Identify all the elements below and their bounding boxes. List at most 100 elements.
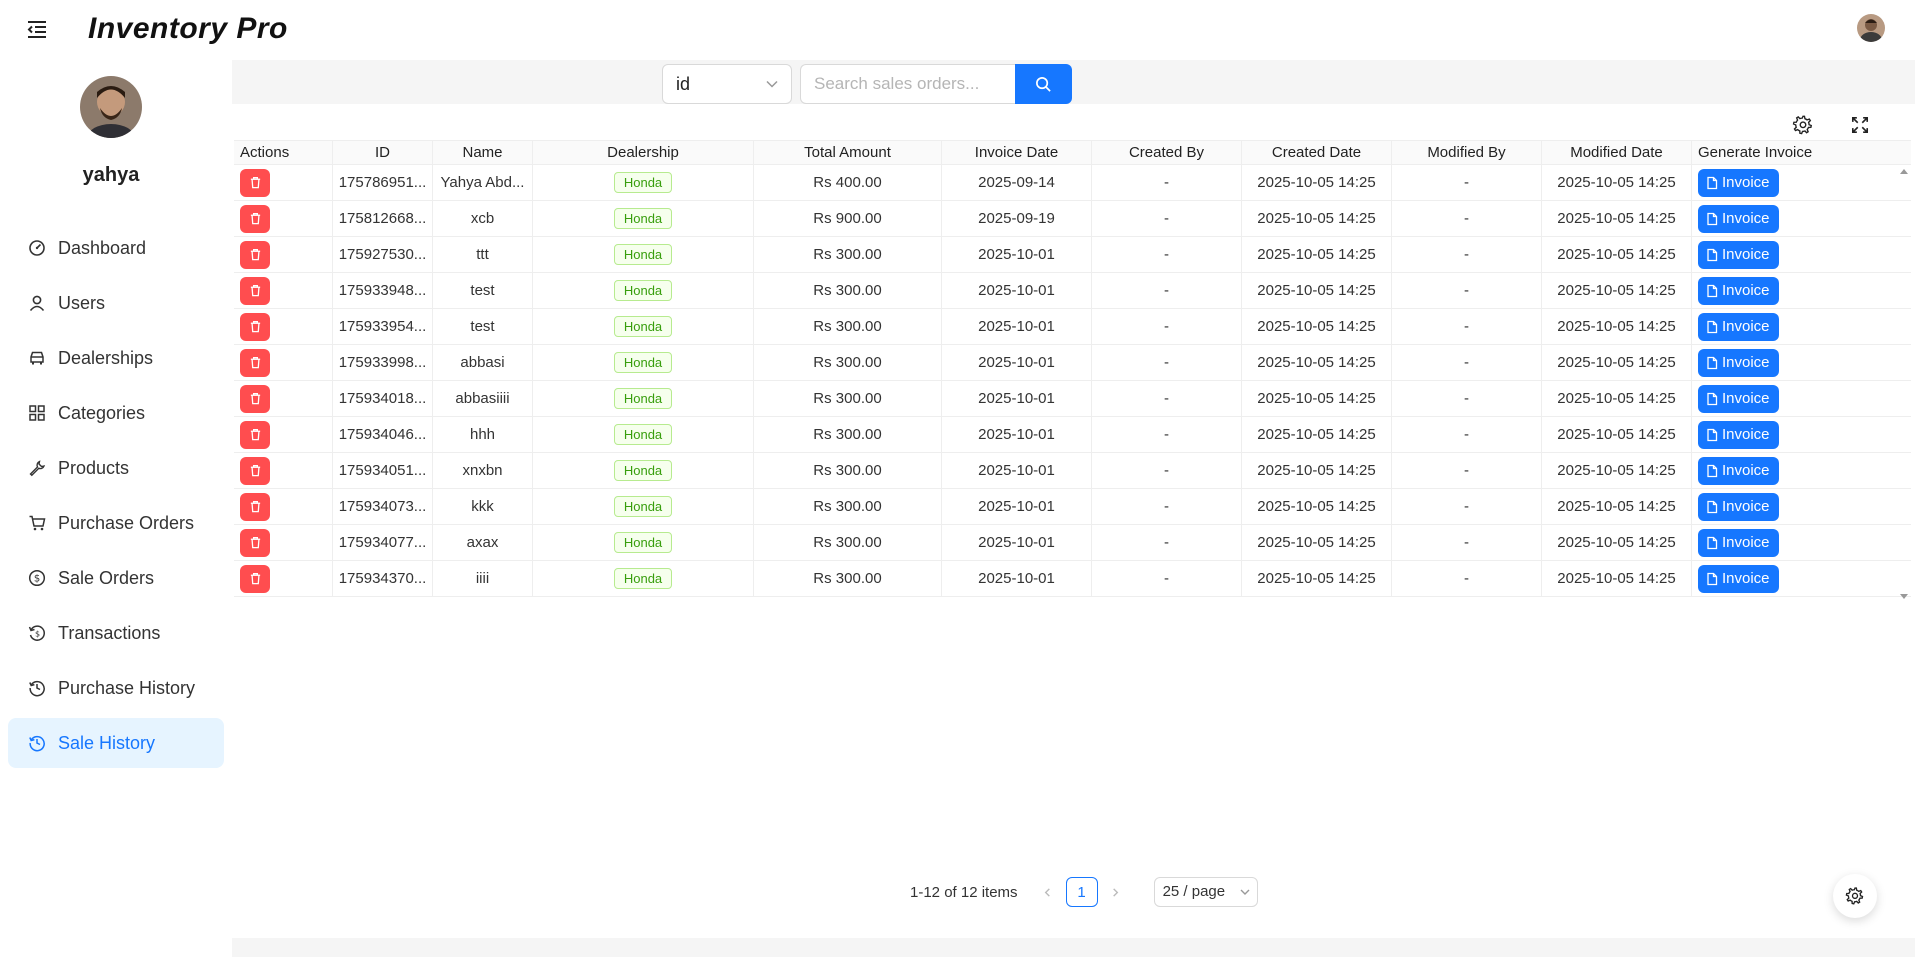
- trash-icon: [250, 321, 260, 333]
- created-date-cell: 2025-10-05 14:25: [1242, 489, 1392, 524]
- invoice-button-label: Invoice: [1722, 318, 1770, 335]
- delete-button[interactable]: [240, 168, 270, 197]
- search-icon: [1036, 76, 1051, 92]
- generate-invoice-button[interactable]: Invoice: [1698, 204, 1779, 233]
- generate-invoice-button[interactable]: Invoice: [1698, 564, 1779, 593]
- generate-invoice-button[interactable]: Invoice: [1698, 348, 1779, 377]
- sidebar-item-products[interactable]: Products: [8, 443, 224, 493]
- generate-invoice-button[interactable]: Invoice: [1698, 312, 1779, 341]
- search-field-select[interactable]: id: [662, 64, 792, 104]
- generate-invoice-button[interactable]: Invoice: [1698, 276, 1779, 305]
- scroll-up-icon: [1900, 169, 1908, 174]
- created-date-cell: 2025-10-05 14:25: [1242, 201, 1392, 236]
- generate-invoice-button[interactable]: Invoice: [1698, 168, 1779, 197]
- created-date-cell: 2025-10-05 14:25: [1242, 345, 1392, 380]
- modified-date-cell: 2025-10-05 14:25: [1542, 273, 1692, 308]
- delete-button[interactable]: [240, 564, 270, 593]
- delete-button[interactable]: [240, 528, 270, 557]
- delete-button[interactable]: [240, 384, 270, 413]
- gear-icon: [1792, 115, 1813, 135]
- created-by-cell: -: [1092, 201, 1242, 236]
- generate-invoice-button[interactable]: Invoice: [1698, 384, 1779, 413]
- history-icon: [28, 734, 46, 752]
- user-avatar[interactable]: [1857, 14, 1885, 42]
- delete-button[interactable]: [240, 312, 270, 341]
- generate-invoice-button[interactable]: Invoice: [1698, 240, 1779, 269]
- prev-page-button[interactable]: [1038, 882, 1058, 902]
- sidebar-item-dashboard[interactable]: Dashboard: [8, 223, 224, 273]
- sidebar-item-purchase-orders[interactable]: Purchase Orders: [8, 498, 224, 548]
- modified-by-cell: -: [1392, 417, 1542, 452]
- invoice-cell: Invoice: [1692, 453, 1911, 488]
- actions-cell: [234, 273, 333, 308]
- sidebar-item-label: Purchase Orders: [58, 512, 195, 533]
- floating-settings-button[interactable]: [1833, 874, 1877, 918]
- trash-icon: [250, 393, 260, 405]
- trash-icon: [250, 465, 260, 477]
- delete-button[interactable]: [240, 420, 270, 449]
- sidebar-item-sale-history[interactable]: Sale History: [8, 718, 224, 768]
- invoice-date-cell: 2025-10-01: [942, 453, 1092, 488]
- delete-button[interactable]: [240, 276, 270, 305]
- wrench-icon: [28, 459, 46, 477]
- page-size-select[interactable]: 25 / page: [1153, 877, 1258, 907]
- column-header[interactable]: Invoice Date: [942, 141, 1092, 164]
- sidebar-item-sale-orders[interactable]: $ Sale Orders: [8, 553, 224, 603]
- page-number-button[interactable]: 1: [1065, 877, 1098, 907]
- next-page-button[interactable]: [1106, 882, 1126, 902]
- column-header[interactable]: Dealership: [533, 141, 754, 164]
- column-header[interactable]: Actions: [234, 141, 333, 164]
- invoice-button-label: Invoice: [1722, 570, 1770, 587]
- invoice-date-cell: 2025-10-01: [942, 525, 1092, 560]
- delete-button[interactable]: [240, 456, 270, 485]
- fullscreen-button[interactable]: [1847, 112, 1873, 138]
- delete-button[interactable]: [240, 348, 270, 377]
- search-input[interactable]: [800, 64, 1018, 104]
- column-header[interactable]: Total Amount: [754, 141, 942, 164]
- trash-icon: [250, 501, 260, 513]
- sidebar-item-users[interactable]: Users: [8, 278, 224, 328]
- sidebar-item-dealerships[interactable]: Dealerships: [8, 333, 224, 383]
- column-header[interactable]: Name: [433, 141, 533, 164]
- column-header[interactable]: ID: [333, 141, 433, 164]
- generate-invoice-button[interactable]: Invoice: [1698, 420, 1779, 449]
- name-cell: Yahya Abd...: [433, 165, 533, 200]
- generate-invoice-button[interactable]: Invoice: [1698, 528, 1779, 557]
- total-cell: Rs 300.00: [754, 273, 942, 308]
- created-by-cell: -: [1092, 237, 1242, 272]
- delete-button[interactable]: [240, 492, 270, 521]
- search-button[interactable]: [1015, 64, 1072, 104]
- generate-invoice-button[interactable]: Invoice: [1698, 492, 1779, 521]
- file-icon: [1707, 284, 1718, 297]
- invoice-date-cell: 2025-09-14: [942, 165, 1092, 200]
- name-cell: xcb: [433, 201, 533, 236]
- menu-toggle-icon[interactable]: [26, 18, 48, 40]
- table-row: 175933948... test Honda Rs 300.00 2025-10-01…: [234, 273, 1911, 309]
- actions-cell: [234, 525, 333, 560]
- column-header[interactable]: Generate Invoice: [1692, 141, 1911, 164]
- dealership-cell: Honda: [533, 489, 754, 524]
- invoice-cell: Invoice: [1692, 525, 1911, 560]
- id-cell: 175934370...: [333, 561, 433, 596]
- delete-button[interactable]: [240, 240, 270, 269]
- column-header[interactable]: Created By: [1092, 141, 1242, 164]
- created-by-cell: -: [1092, 165, 1242, 200]
- profile-avatar: [80, 76, 142, 138]
- column-header[interactable]: Modified By: [1392, 141, 1542, 164]
- table-settings-button[interactable]: [1790, 112, 1816, 138]
- invoice-date-cell: 2025-09-19: [942, 201, 1092, 236]
- profile-name: yahya: [82, 164, 140, 186]
- dealership-cell: Honda: [533, 309, 754, 344]
- table-row: 175934018... abbasiiii Honda Rs 300.00 2025-…: [234, 381, 1911, 417]
- delete-button[interactable]: [240, 204, 270, 233]
- generate-invoice-button[interactable]: Invoice: [1698, 456, 1779, 485]
- sidebar-item-categories[interactable]: Categories: [8, 388, 224, 438]
- column-header[interactable]: Created Date: [1242, 141, 1392, 164]
- actions-cell: [234, 165, 333, 200]
- sidebar-item-transactions[interactable]: $ Transactions: [8, 608, 224, 658]
- actions-cell: [234, 201, 333, 236]
- column-header[interactable]: Modified Date: [1542, 141, 1692, 164]
- table-scrollbar[interactable]: [1898, 166, 1910, 602]
- dealership-cell: Honda: [533, 453, 754, 488]
- sidebar-item-purchase-history[interactable]: Purchase History: [8, 663, 224, 713]
